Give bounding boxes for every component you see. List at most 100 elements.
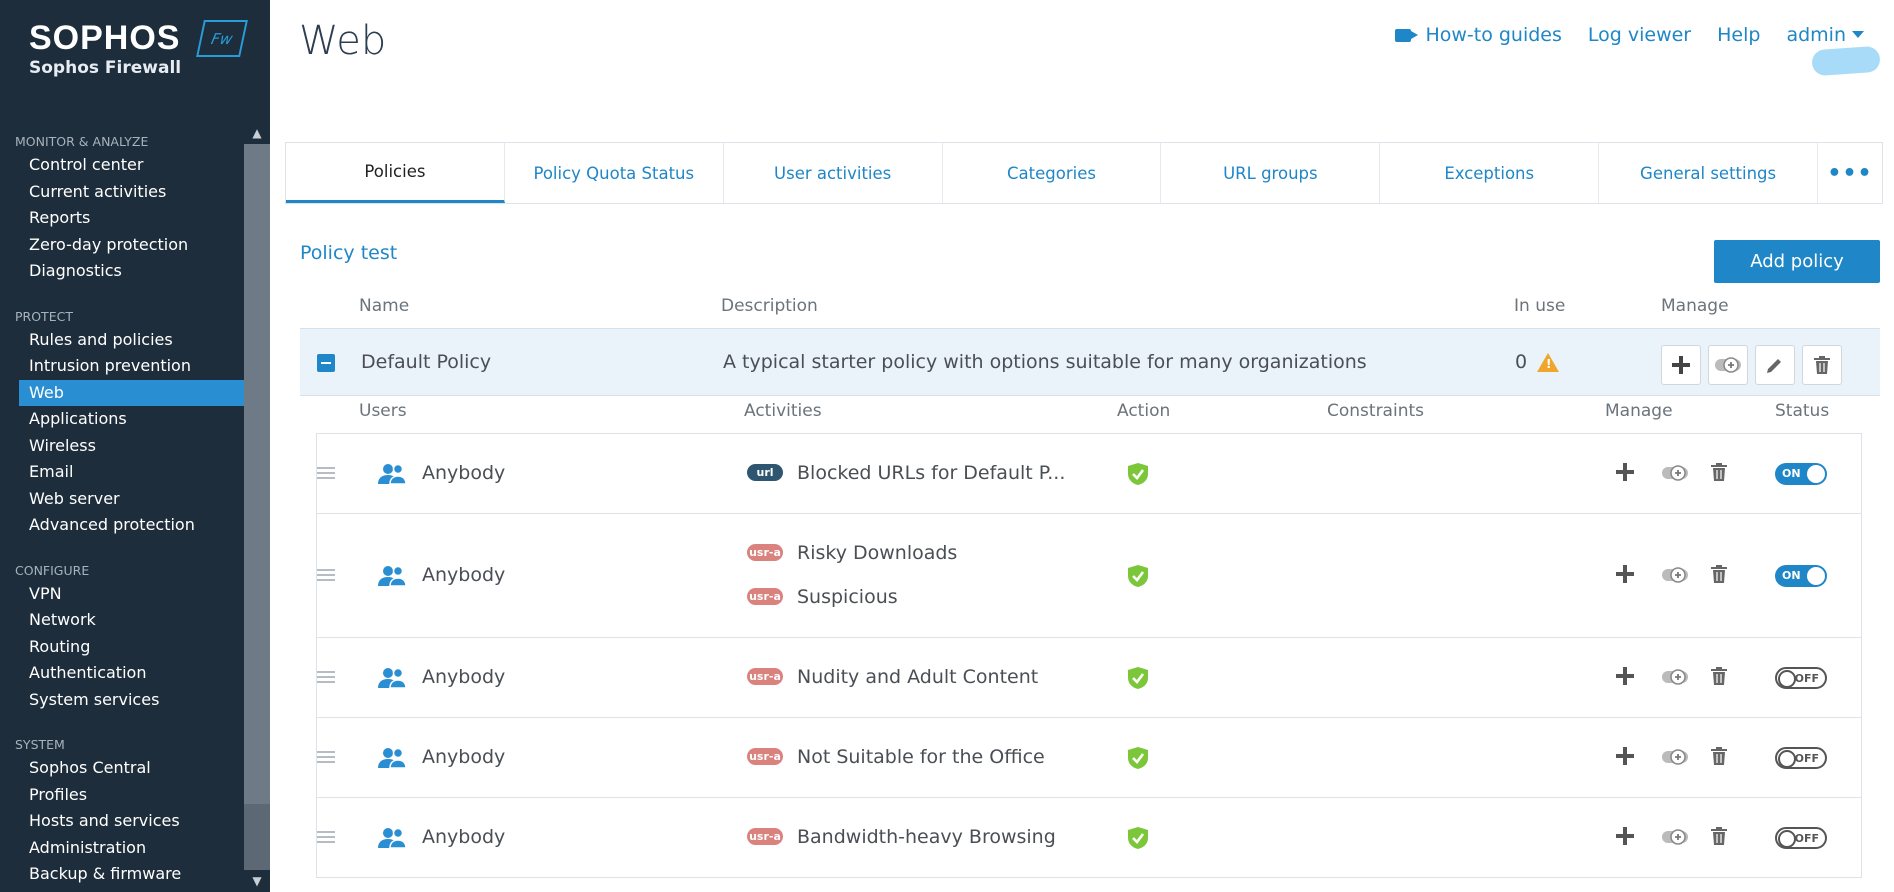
users-icon [377,565,407,587]
rule-activity[interactable]: usr-a Nudity and Adult Content [747,666,1038,688]
admin-label: admin [1786,24,1846,46]
status-toggle[interactable]: OFF [1775,746,1827,769]
tab-policies[interactable]: Policies [286,143,505,203]
drag-handle-icon[interactable] [317,830,335,843]
log-viewer-link[interactable]: Log viewer [1588,24,1691,46]
add-exception-icon[interactable] [1661,464,1691,488]
sidebar-item-current-activities[interactable]: Current activities [0,179,244,206]
drag-handle-icon[interactable] [317,670,335,683]
tab-url-groups[interactable]: URL groups [1161,143,1381,203]
add-icon[interactable] [1615,666,1639,690]
nav-gap [0,539,244,561]
scroll-up-icon[interactable]: ▲ [244,122,270,144]
toggle-label: OFF [1794,751,1819,765]
add-rule-button[interactable] [1661,345,1701,385]
sidebar: SOPHOS Sophos Firewall Fw MONITOR & ANAL… [0,0,270,892]
policy-test-link[interactable]: Policy test [300,242,397,264]
add-exception-icon[interactable] [1661,566,1691,590]
sidebar-item-hosts-and-services[interactable]: Hosts and services [0,808,244,835]
drag-handle-icon[interactable] [317,466,335,479]
sidebar-item-applications[interactable]: Applications [0,406,244,433]
delete-policy-button[interactable] [1802,345,1842,385]
trash-icon[interactable] [1710,826,1734,850]
allow-shield-icon [1127,462,1149,486]
table-row[interactable]: Anybody url Blocked URLs for Default P... O… [317,434,1861,514]
sidebar-item-zero-day-protection[interactable]: Zero-day protection [0,232,244,259]
sidebar-item-intrusion-prevention[interactable]: Intrusion prevention [0,353,244,380]
sidebar-item-sophos-central[interactable]: Sophos Central [0,755,244,782]
redaction-scribble [1811,45,1881,77]
sidebar-scrollbar[interactable]: ▲ ▼ [244,122,270,892]
sidebar-item-authentication[interactable]: Authentication [0,660,244,687]
trash-icon[interactable] [1710,564,1734,588]
table-row[interactable]: Anybody usr-a Nudity and Adult Content OFF [317,638,1861,718]
scroll-thumb[interactable] [244,144,270,804]
help-link[interactable]: Help [1717,24,1760,46]
trash-icon[interactable] [1710,746,1734,770]
sidebar-item-routing[interactable]: Routing [0,634,244,661]
rule-activity[interactable]: usr-a Bandwidth-heavy Browsing [747,826,1056,848]
add-exception-icon[interactable] [1661,828,1691,852]
sidebar-item-vpn[interactable]: VPN [0,581,244,608]
sidebar-item-email[interactable]: Email [0,459,244,486]
rule-activity[interactable]: usr-a Not Suitable for the Office [747,746,1045,768]
scroll-down-icon[interactable]: ▼ [244,870,270,892]
tab-exceptions[interactable]: Exceptions [1380,143,1600,203]
toggle-label: OFF [1794,671,1819,685]
trash-icon[interactable] [1710,462,1734,486]
sidebar-item-control-center[interactable]: Control center [0,152,244,179]
add-policy-button[interactable]: Add policy [1714,240,1880,283]
tab-categories[interactable]: Categories [943,143,1162,203]
status-toggle[interactable]: ON [1775,462,1827,485]
tab-policy-quota-status[interactable]: Policy Quota Status [505,143,724,203]
sidebar-item-profiles[interactable]: Profiles [0,782,244,809]
status-toggle[interactable]: ON [1775,564,1827,587]
col-activities: Activities [744,401,822,421]
drag-handle-icon[interactable] [317,750,335,763]
rule-activity[interactable]: usr-a Suspicious [747,586,898,608]
sidebar-item-reports[interactable]: Reports [0,205,244,232]
sophos-logo: SOPHOS Sophos Firewall [29,18,181,78]
trash-icon[interactable] [1710,666,1734,690]
how-to-guides-link[interactable]: How-to guides [1395,24,1562,46]
sidebar-item-web-server[interactable]: Web server [0,486,244,513]
add-exception-icon[interactable] [1661,668,1691,692]
add-exception-icon[interactable] [1661,748,1691,772]
more-tabs-icon[interactable]: ••• [1818,143,1882,203]
tab-user-activities[interactable]: User activities [724,143,943,203]
edit-policy-button[interactable] [1755,345,1795,385]
add-icon[interactable] [1615,462,1639,486]
add-icon[interactable] [1615,564,1639,588]
rule-activity[interactable]: url Blocked URLs for Default P... [747,462,1065,484]
add-icon[interactable] [1615,746,1639,770]
table-row[interactable]: Anybody usr-a Risky Downloads usr-a Suspicio… [317,514,1861,638]
admin-menu[interactable]: admin [1786,24,1864,46]
sidebar-item-system-services[interactable]: System services [0,687,244,714]
sidebar-item-administration[interactable]: Administration [0,835,244,862]
status-toggle[interactable]: OFF [1775,666,1827,689]
sidebar-item-wireless[interactable]: Wireless [0,433,244,460]
allow-shield-icon [1127,826,1149,850]
activity-label: Not Suitable for the Office [797,745,1045,768]
rule-activity[interactable]: usr-a Risky Downloads [747,542,957,564]
sidebar-item-rules-and-policies[interactable]: Rules and policies [0,327,244,354]
add-exception-button[interactable] [1708,345,1748,385]
collapse-icon[interactable] [317,354,335,372]
tab-general-settings[interactable]: General settings [1599,143,1819,203]
sidebar-item-web[interactable]: Web [19,379,244,406]
toggle-label: OFF [1794,831,1819,845]
activity-label: Suspicious [797,585,898,608]
activity-tag: usr-a [747,828,783,845]
toggle-knob [1807,566,1825,585]
add-icon[interactable] [1615,826,1639,850]
sidebar-item-diagnostics[interactable]: Diagnostics [0,258,244,285]
sidebar-item-network[interactable]: Network [0,607,244,634]
rule-user: Anybody [422,665,506,688]
table-row[interactable]: Anybody usr-a Not Suitable for the Office O… [317,718,1861,798]
table-row[interactable]: Anybody usr-a Bandwidth-heavy Browsing OFF [317,798,1861,878]
sidebar-item-advanced-protection[interactable]: Advanced protection [0,512,244,539]
drag-handle-icon[interactable] [317,568,335,581]
policy-row[interactable]: Default Policy A typical starter policy … [300,328,1880,396]
sidebar-item-backup-firmware[interactable]: Backup & firmware [0,861,244,888]
status-toggle[interactable]: OFF [1775,826,1827,849]
